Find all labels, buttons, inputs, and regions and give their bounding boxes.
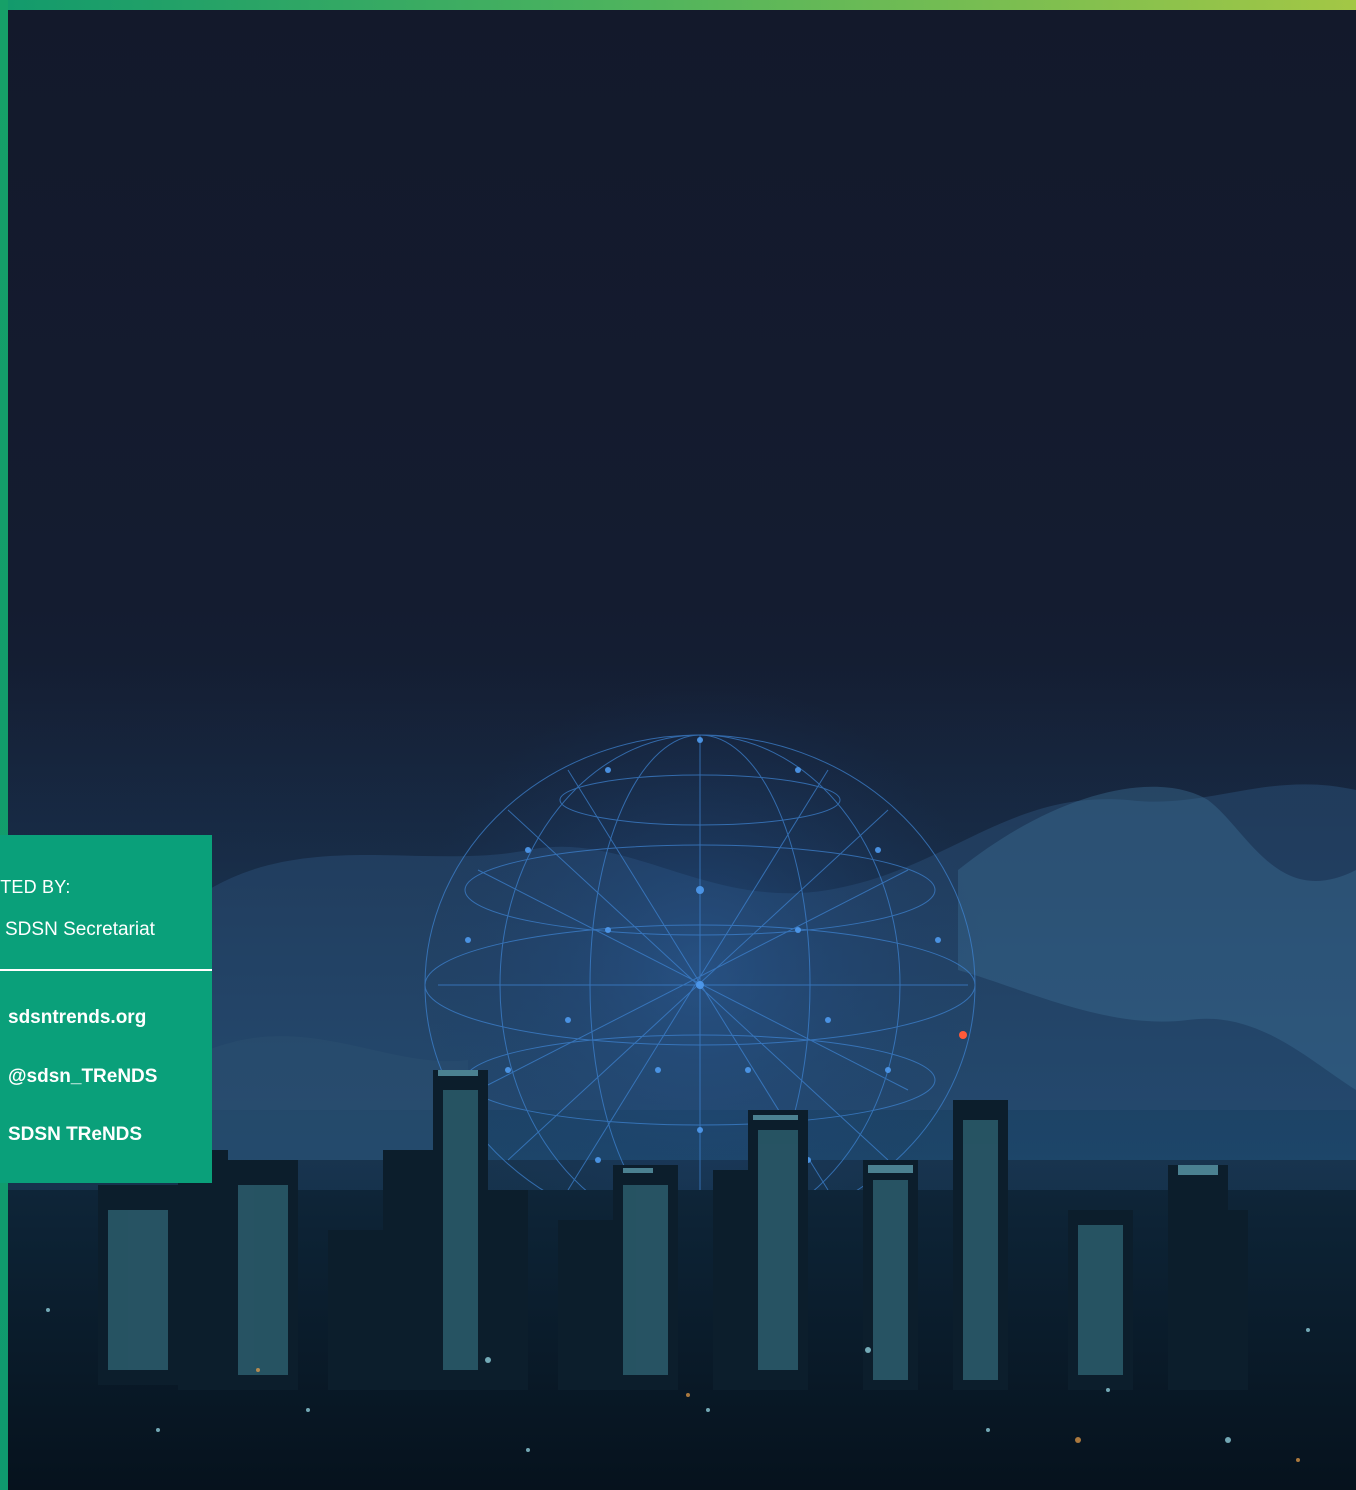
panel-divider bbox=[0, 969, 212, 971]
city-network-background-image bbox=[8, 660, 1356, 1490]
hosted-by-value: SDSN Secretariat bbox=[5, 919, 155, 940]
website-link[interactable]: sdsntrends.org bbox=[8, 1007, 146, 1029]
organization-name-link[interactable]: SDSN TReNDS bbox=[8, 1124, 142, 1146]
hosted-by-panel: STED BY: SDSN Secretariat sdsntrends.org… bbox=[0, 835, 212, 1183]
top-accent-bar bbox=[0, 0, 1356, 10]
cover-page: STED BY: SDSN Secretariat sdsntrends.org… bbox=[0, 0, 1356, 1490]
left-accent-bar bbox=[0, 0, 8, 1490]
twitter-handle-link[interactable]: @sdsn_TReNDS bbox=[8, 1066, 157, 1088]
hosted-by-label: STED BY: bbox=[0, 877, 71, 897]
